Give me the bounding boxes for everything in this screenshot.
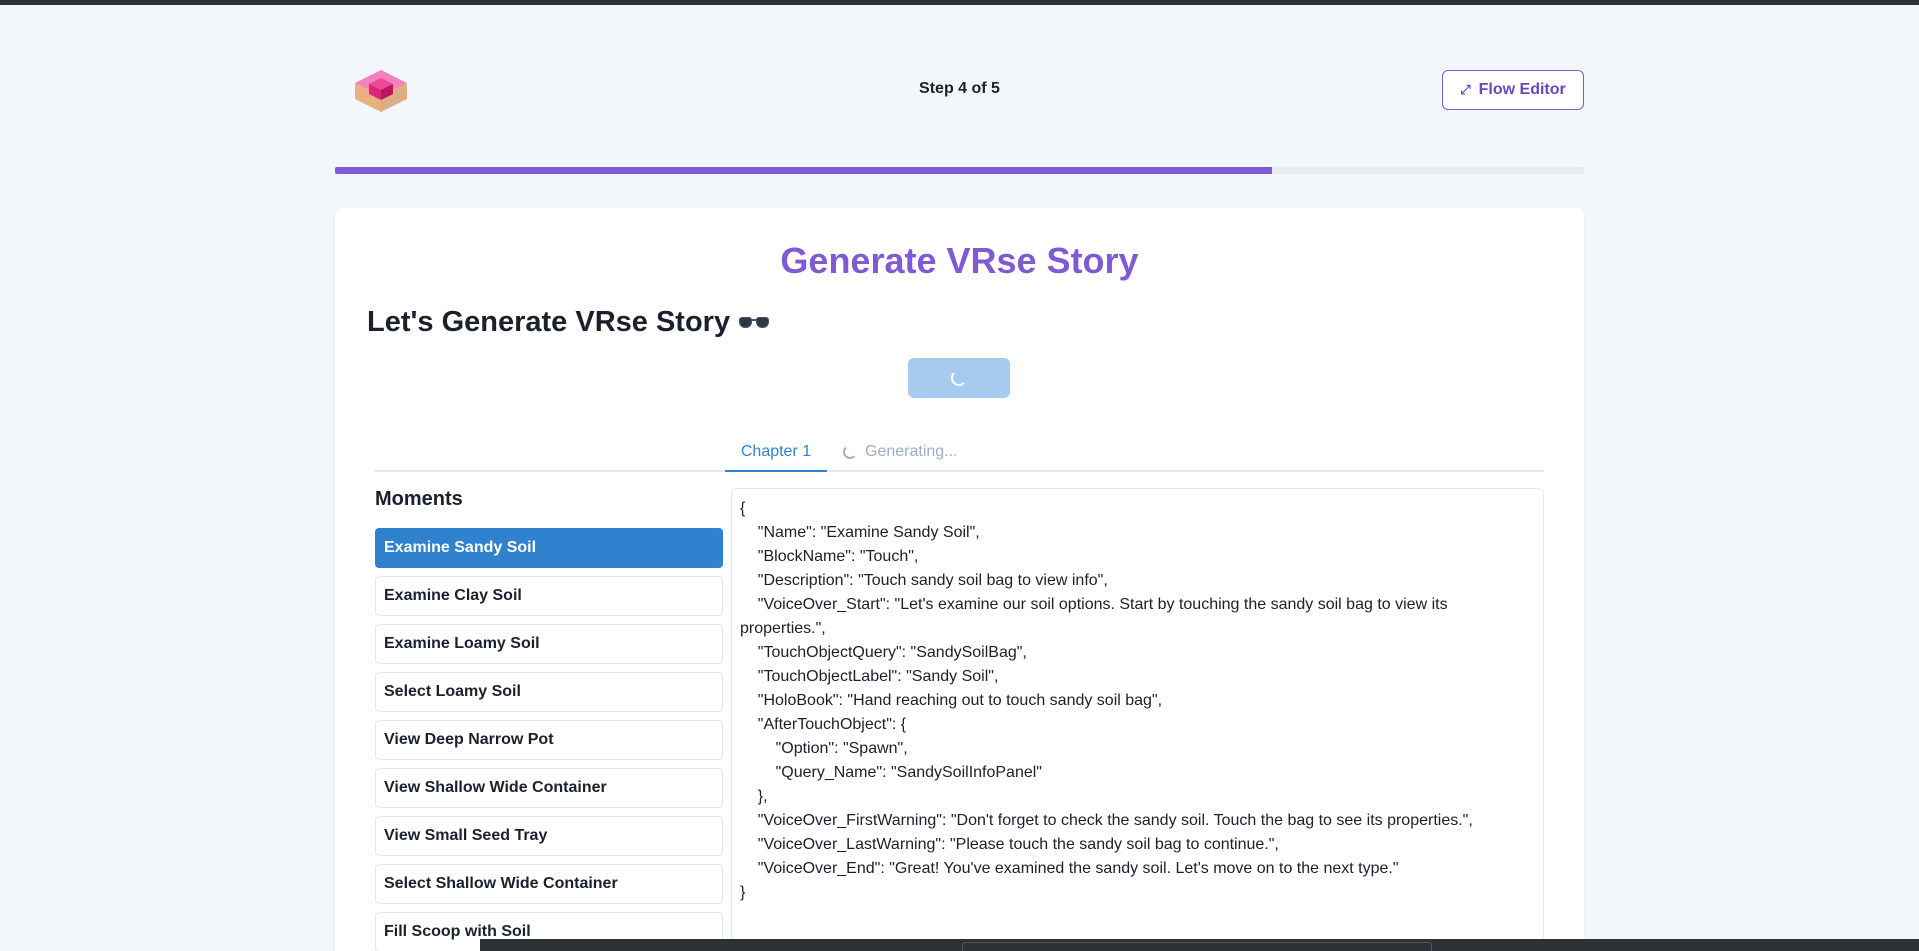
tabs-divider [375,470,1544,472]
bottom-toolbar [480,939,1919,951]
section-heading-text: Let's Generate VRse Story [367,306,731,338]
flow-editor-label: Flow Editor [1478,81,1566,98]
loading-spinner-icon [843,445,857,459]
sunglasses-icon [738,315,770,331]
moment-json-editor[interactable]: { "Name": "Examine Sandy Soil", "BlockNa… [731,488,1544,951]
progress-bar [335,167,1584,174]
loading-spinner-icon [951,370,967,386]
moment-item[interactable]: Examine Sandy Soil [375,528,723,568]
main-card: Generate VRse Story Let's Generate VRse … [335,208,1584,951]
tab-chapter-1[interactable]: Chapter 1 [725,440,827,472]
progress-bar-fill [335,167,1272,174]
section-heading: Let's Generate VRse Story [367,306,770,339]
header: Step 4 of 5 ⤢ Flow Editor [335,62,1584,118]
flow-editor-button[interactable]: ⤢ Flow Editor [1442,70,1584,110]
moment-item[interactable]: View Small Seed Tray [375,816,723,856]
tab-generating: Generating... [843,440,958,472]
moment-item[interactable]: View Deep Narrow Pot [375,720,723,760]
moments-heading: Moments [375,488,463,510]
moments-list: Examine Sandy Soil Examine Clay Soil Exa… [375,528,723,951]
toolbar-slot [962,942,1432,951]
moment-item[interactable]: Select Shallow Wide Container [375,864,723,904]
moment-item[interactable]: Examine Clay Soil [375,576,723,616]
page-title: Generate VRse Story [780,240,1139,281]
step-indicator: Step 4 of 5 [919,80,1000,97]
moment-item[interactable]: Select Loamy Soil [375,672,723,712]
flow-arrow-icon: ⤢ [1460,82,1471,97]
moment-item[interactable]: View Shallow Wide Container [375,768,723,808]
window-top-strip [0,0,1919,5]
tab-generating-label: Generating... [865,443,958,460]
generate-button[interactable] [908,358,1010,398]
moment-item[interactable]: Examine Loamy Soil [375,624,723,664]
